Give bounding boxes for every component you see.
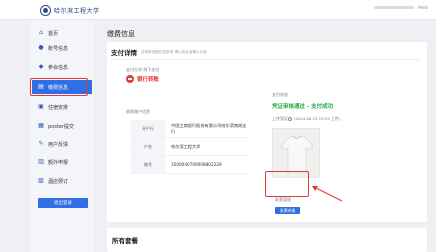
hotel-icon: ▣ (38, 103, 44, 110)
university-logo[interactable]: 哈尔滨工程大学 (40, 4, 100, 16)
user-icon: ● (38, 44, 44, 51)
card-title: 支付详情 (111, 49, 137, 57)
sidebar-item-home[interactable]: ⌂ 首页 (32, 26, 92, 40)
sidebar-item-label: 首页 (48, 30, 59, 37)
sidebar-item-account[interactable]: ● 账号信息 (32, 41, 92, 55)
upload-time: (2024-08-15 13:53 上传) (288, 116, 340, 122)
sidebar-item-booking[interactable]: ▧ 酒店预订 (32, 174, 92, 188)
sidebar-item-label: 住宿安排 (48, 104, 69, 111)
top-header: 哈尔滨工程大学 Hello (0, 0, 436, 20)
sidebar-item-label: 用户反馈 (48, 141, 69, 148)
blurred-user-info (373, 6, 414, 9)
logout-button[interactable]: 退出登录 (38, 198, 88, 208)
sidebar-item-label: poster提交 (48, 123, 74, 130)
feedback-icon: ✎ (38, 140, 44, 147)
sidebar-item-label: 额外申报 (48, 159, 69, 166)
payment-status-value: 凭证审核通过 - 支付成功 (272, 104, 334, 110)
sidebar-item-hotel[interactable]: ▣ 住宿安排 (32, 100, 92, 114)
logo-text: 哈尔滨工程大学 (54, 7, 100, 15)
booking-icon: ▧ (38, 177, 44, 184)
sidebar-highlight-annotation (30, 78, 88, 96)
account-value: 3500040709008802228 (171, 161, 222, 167)
sidebar-item-poster[interactable]: ▦ poster提交 (32, 119, 92, 133)
sidebar-item-label: 账号信息 (48, 45, 69, 52)
invoice-label: 发票管理 (275, 197, 291, 202)
card-divider (111, 59, 421, 60)
upload-label: 上传凭证 (272, 116, 288, 121)
people-icon: ◆ (38, 63, 44, 70)
clock-icon (288, 117, 292, 121)
sidebar: ⌂ 首页 ● 账号信息 ◆ 参会信息 ▤ 缴费信息 ▣ 住宿安排 ▦ poste… (30, 20, 94, 252)
poster-icon: ▦ (38, 122, 44, 129)
card-subtitle: 此审核进度仅供参考 请以参会者确认为准 (141, 50, 207, 54)
home-icon: ⌂ (39, 29, 43, 36)
account-value: 中国工商银行股份有限公司哈尔滨南岗支行 (171, 122, 247, 134)
username: Hello (417, 5, 428, 10)
main-content: 缴费信息 支付详情 此审核进度仅供参考 请以参会者确认为准 支付方式 线下支付 … (100, 20, 436, 252)
report-icon: ▥ (38, 158, 44, 165)
packages-title: 所有套餐 (112, 237, 138, 245)
payment-status-label: 支付状态 (272, 92, 288, 97)
payment-method: 银行转账 (126, 75, 159, 83)
payment-method-value: 银行转账 (137, 77, 160, 83)
account-info-label: 收款账户信息 (126, 109, 150, 114)
table-row: 账号 3500040709008802228 (131, 156, 249, 174)
bank-transfer-icon (126, 75, 134, 83)
account-key: 账号 (131, 156, 165, 173)
university-seal-icon (40, 4, 51, 16)
account-value: 哈尔滨工程大学 (171, 143, 201, 149)
sidebar-item-attendance[interactable]: ◆ 参会信息 (32, 60, 92, 74)
sidebar-item-label: 参会信息 (48, 64, 69, 71)
page-title: 缴费信息 (107, 30, 135, 38)
invoice-highlight-annotation (265, 171, 309, 197)
invoice-apply-button[interactable]: 发票申请 (275, 207, 300, 214)
table-row: 开户行 中国工商银行股份有限公司哈尔滨南岗支行 (131, 120, 249, 138)
table-row: 户名 哈尔滨工程大学 (131, 138, 249, 156)
account-table: 开户行 中国工商银行股份有限公司哈尔滨南岗支行 户名 哈尔滨工程大学 账号 35… (131, 120, 249, 174)
sidebar-item-feedback[interactable]: ✎ 用户反馈 (32, 137, 92, 151)
payment-method-label: 支付方式 线下支付 (126, 67, 160, 72)
upload-time-text: (2024-08-15 13:53 上传) (294, 116, 340, 121)
account-key: 开户行 (131, 120, 165, 137)
sidebar-item-label: 酒店预订 (48, 178, 69, 185)
packages-section: 所有套餐 (107, 228, 427, 252)
sidebar-item-report[interactable]: ▥ 额外申报 (32, 155, 92, 169)
account-key: 户名 (131, 138, 165, 155)
header-user-area[interactable]: Hello (373, 5, 428, 10)
